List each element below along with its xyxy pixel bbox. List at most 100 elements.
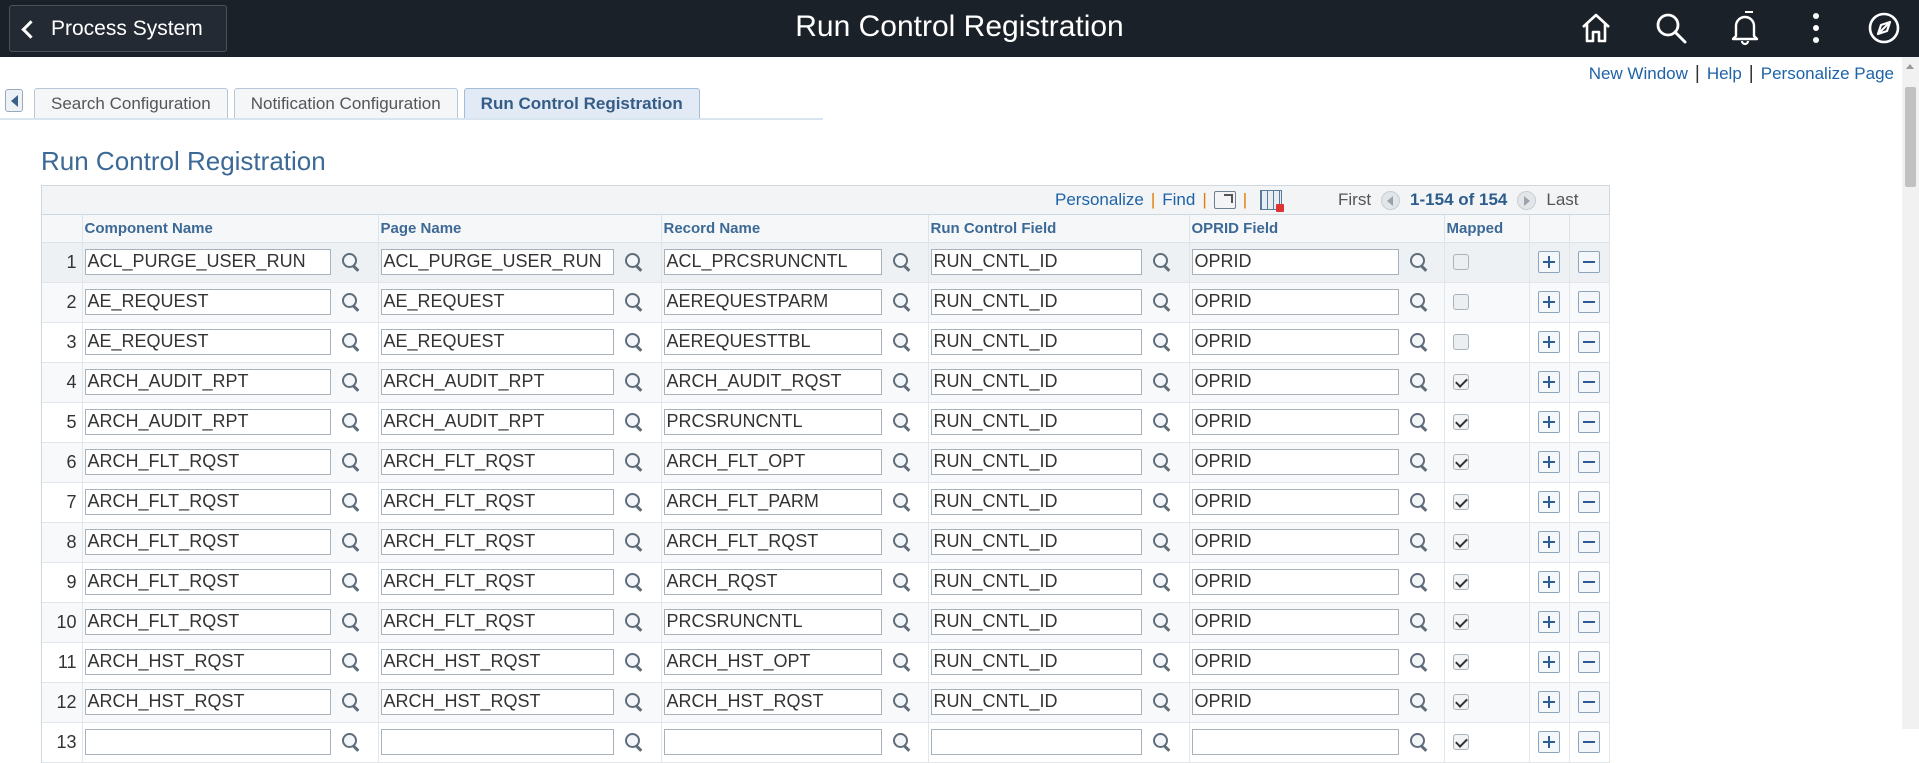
delete-row-button[interactable] [1578,491,1600,513]
lookup-magnifier-icon[interactable] [341,492,361,512]
lookup-magnifier-icon[interactable] [1409,252,1429,272]
lookup-magnifier-icon[interactable] [892,332,912,352]
run-control-field-input[interactable] [930,729,1142,755]
component-name-input[interactable]: ARCH_AUDIT_RPT [84,369,331,395]
page-name-input[interactable]: ARCH_FLT_RQST [380,569,614,595]
add-row-button[interactable] [1538,451,1560,473]
page-name-input[interactable]: ACL_PURGE_USER_RUN [380,249,614,275]
delete-row-button[interactable] [1578,251,1600,273]
download-to-excel-icon[interactable] [1260,190,1285,212]
add-row-button[interactable] [1538,491,1560,513]
mapped-checkbox[interactable] [1452,694,1469,710]
personalize-link[interactable]: Personalize [1055,190,1144,210]
component-name-input[interactable]: ARCH_FLT_RQST [84,449,331,475]
oprid-field-input[interactable]: OPRID [1191,569,1399,595]
collapse-tabs-button[interactable] [5,89,23,112]
add-row-button[interactable] [1538,731,1560,753]
oprid-field-input[interactable]: OPRID [1191,249,1399,275]
mapped-checkbox[interactable] [1452,414,1469,430]
vertical-scrollbar[interactable] [1902,57,1919,729]
run-control-field-input[interactable]: RUN_CNTL_ID [930,249,1142,275]
lookup-magnifier-icon[interactable] [1152,372,1172,392]
lookup-magnifier-icon[interactable] [892,692,912,712]
page-name-input[interactable]: AE_REQUEST [380,289,614,315]
lookup-magnifier-icon[interactable] [1152,572,1172,592]
component-name-input[interactable]: ARCH_FLT_RQST [84,489,331,515]
run-control-field-input[interactable]: RUN_CNTL_ID [930,409,1142,435]
delete-row-button[interactable] [1578,331,1600,353]
lookup-magnifier-icon[interactable] [1152,692,1172,712]
record-name-input[interactable]: AEREQUESTPARM [663,289,882,315]
oprid-field-input[interactable]: OPRID [1191,449,1399,475]
lookup-magnifier-icon[interactable] [624,652,644,672]
lookup-magnifier-icon[interactable] [1152,532,1172,552]
record-name-input[interactable]: ARCH_HST_OPT [663,649,882,675]
last-page-link[interactable]: Last [1546,190,1578,210]
record-name-input[interactable]: AEREQUESTTBL [663,329,882,355]
mapped-checkbox[interactable] [1452,334,1469,350]
lookup-magnifier-icon[interactable] [624,572,644,592]
record-name-input[interactable]: PRCSRUNCNTL [663,409,882,435]
lookup-magnifier-icon[interactable] [624,612,644,632]
component-name-input[interactable]: ARCH_HST_RQST [84,689,331,715]
search-icon[interactable] [1651,8,1691,48]
add-row-button[interactable] [1538,611,1560,633]
lookup-magnifier-icon[interactable] [892,652,912,672]
delete-row-button[interactable] [1578,411,1600,433]
tab-search-configuration[interactable]: Search Configuration [34,88,228,119]
lookup-magnifier-icon[interactable] [624,732,644,752]
oprid-field-input[interactable]: OPRID [1191,609,1399,635]
lookup-magnifier-icon[interactable] [341,372,361,392]
column-header-component[interactable]: Component Name [82,215,379,243]
record-name-input[interactable]: ARCH_FLT_OPT [663,449,882,475]
lookup-magnifier-icon[interactable] [1152,652,1172,672]
delete-row-button[interactable] [1578,291,1600,313]
new-window-link[interactable]: New Window [1589,64,1688,84]
lookup-magnifier-icon[interactable] [341,292,361,312]
lookup-magnifier-icon[interactable] [341,732,361,752]
add-row-button[interactable] [1538,371,1560,393]
run-control-field-input[interactable]: RUN_CNTL_ID [930,649,1142,675]
component-name-input[interactable]: ARCH_AUDIT_RPT [84,409,331,435]
component-name-input[interactable]: ARCH_FLT_RQST [84,529,331,555]
notifications-icon[interactable] [1725,8,1765,48]
oprid-field-input[interactable]: OPRID [1191,289,1399,315]
oprid-field-input[interactable]: OPRID [1191,649,1399,675]
component-name-input[interactable]: ARCH_FLT_RQST [84,609,331,635]
lookup-magnifier-icon[interactable] [1409,292,1429,312]
column-header-oprid-field[interactable]: OPRID Field [1189,215,1445,243]
mapped-checkbox[interactable] [1452,574,1469,590]
run-control-field-input[interactable]: RUN_CNTL_ID [930,369,1142,395]
lookup-magnifier-icon[interactable] [341,412,361,432]
lookup-magnifier-icon[interactable] [1152,332,1172,352]
lookup-magnifier-icon[interactable] [892,612,912,632]
lookup-magnifier-icon[interactable] [624,412,644,432]
run-control-field-input[interactable]: RUN_CNTL_ID [930,449,1142,475]
delete-row-button[interactable] [1578,731,1600,753]
page-name-input[interactable]: ARCH_FLT_RQST [380,489,614,515]
page-name-input[interactable]: ARCH_FLT_RQST [380,609,614,635]
lookup-magnifier-icon[interactable] [1409,452,1429,472]
tab-notification-configuration[interactable]: Notification Configuration [233,88,458,119]
lookup-magnifier-icon[interactable] [892,292,912,312]
mapped-checkbox[interactable] [1452,374,1469,390]
page-name-input[interactable]: ARCH_AUDIT_RPT [380,369,614,395]
delete-row-button[interactable] [1578,651,1600,673]
lookup-magnifier-icon[interactable] [892,732,912,752]
lookup-magnifier-icon[interactable] [624,492,644,512]
oprid-field-input[interactable]: OPRID [1191,489,1399,515]
lookup-magnifier-icon[interactable] [1152,492,1172,512]
record-name-input[interactable] [663,729,882,755]
component-name-input[interactable]: ACL_PURGE_USER_RUN [84,249,331,275]
oprid-field-input[interactable]: OPRID [1191,529,1399,555]
lookup-magnifier-icon[interactable] [1409,372,1429,392]
delete-row-button[interactable] [1578,571,1600,593]
add-row-button[interactable] [1538,291,1560,313]
add-row-button[interactable] [1538,691,1560,713]
lookup-magnifier-icon[interactable] [1152,252,1172,272]
page-name-input[interactable] [380,729,614,755]
lookup-magnifier-icon[interactable] [892,452,912,472]
add-row-button[interactable] [1538,251,1560,273]
page-name-input[interactable]: ARCH_HST_RQST [380,649,614,675]
run-control-field-input[interactable]: RUN_CNTL_ID [930,689,1142,715]
